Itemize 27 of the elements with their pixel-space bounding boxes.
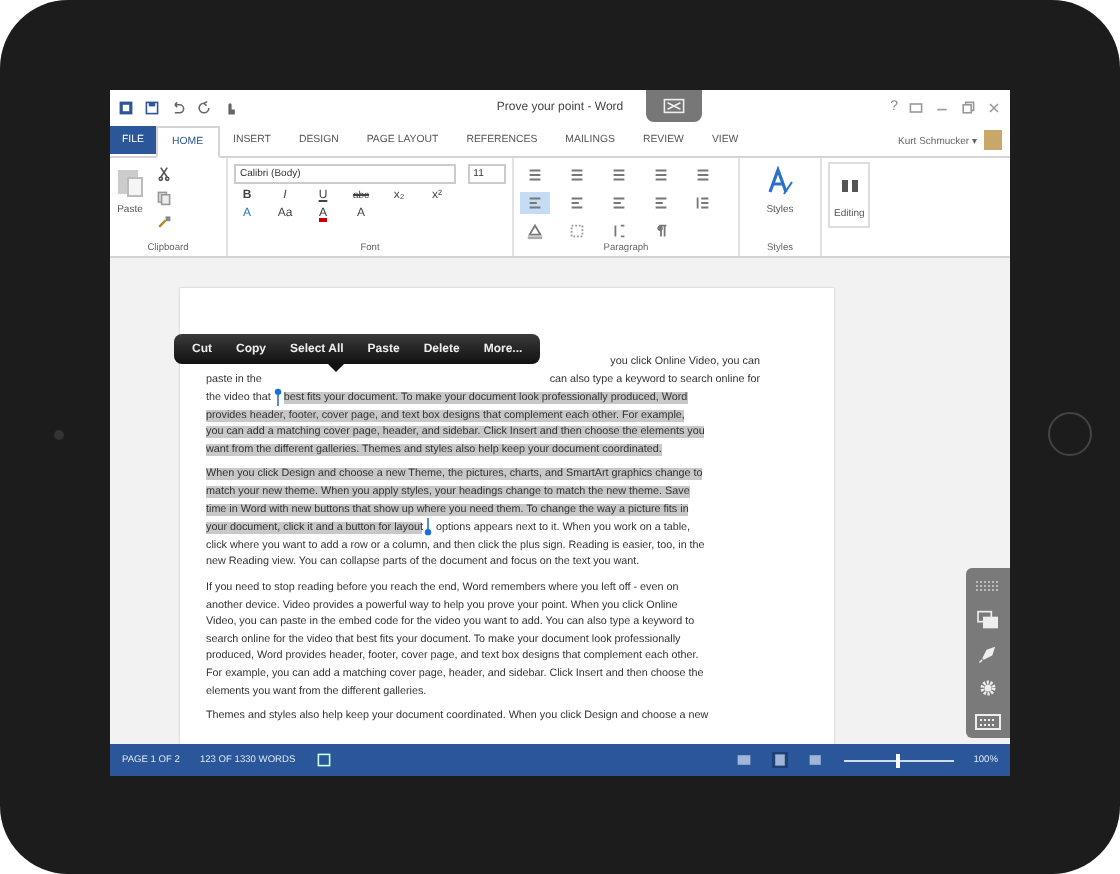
camera-dot — [54, 430, 64, 440]
redo-icon[interactable] — [196, 99, 212, 115]
brush-icon[interactable] — [156, 214, 172, 230]
keyboard-icon[interactable] — [974, 712, 1002, 732]
restore-icon[interactable] — [960, 99, 976, 115]
ribbon-display-icon[interactable] — [908, 99, 924, 115]
undo-icon[interactable] — [170, 99, 186, 115]
word-logo-icon — [118, 99, 134, 115]
copy-icon[interactable] — [156, 190, 172, 206]
clipboard-icon — [116, 166, 144, 198]
web-layout-icon[interactable] — [807, 752, 824, 768]
print-layout-icon[interactable] — [771, 752, 788, 768]
save-icon[interactable] — [144, 99, 160, 115]
close-icon[interactable] — [986, 99, 1002, 115]
zoom-thumb[interactable] — [896, 753, 901, 767]
cut-icon[interactable] — [156, 166, 172, 182]
align-icon[interactable] — [520, 192, 550, 214]
read-mode-icon[interactable] — [735, 752, 752, 768]
selection-handle-icon[interactable] — [423, 518, 432, 537]
grip-icon[interactable] — [974, 576, 1002, 596]
windows-icon[interactable] — [974, 610, 1002, 630]
clip-tab[interactable] — [646, 90, 702, 122]
zoom-slider[interactable] — [843, 752, 954, 768]
selection-handle-icon[interactable] — [274, 388, 283, 407]
proofing-icon[interactable] — [315, 752, 332, 768]
styles-icon — [766, 166, 794, 198]
avatar — [984, 130, 1002, 150]
